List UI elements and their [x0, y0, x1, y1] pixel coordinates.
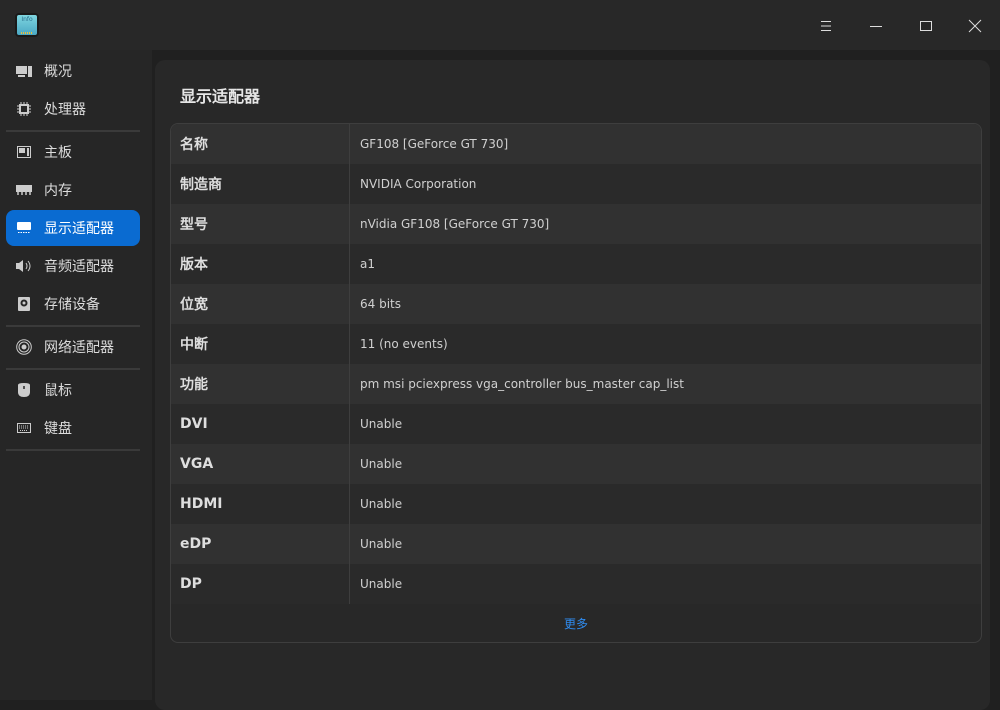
sidebar-item-mouse[interactable]: 鼠标: [6, 372, 140, 408]
row-value: Unable: [360, 497, 403, 511]
sidebar-divider: [6, 130, 140, 132]
motherboard-icon: [16, 145, 32, 159]
sidebar-divider: [6, 325, 140, 327]
sidebar-item-cpu[interactable]: 处理器: [6, 91, 140, 127]
menu-button[interactable]: [810, 10, 842, 42]
table-row: eDP Unable: [171, 524, 981, 564]
row-key: 型号: [171, 204, 350, 244]
sidebar-item-storage[interactable]: 存储设备: [6, 286, 140, 322]
sidebar-item-network-adapter[interactable]: 网络适配器: [6, 329, 140, 365]
row-key: 名称: [171, 124, 350, 164]
row-key: 功能: [171, 364, 350, 404]
row-key: 版本: [171, 244, 350, 284]
maximize-button[interactable]: [910, 10, 942, 42]
table-row: 型号 nVidia GF108 [GeForce GT 730]: [171, 204, 981, 244]
maximize-icon: [920, 21, 932, 31]
sidebar-divider: [6, 449, 140, 451]
more-link[interactable]: 更多: [171, 604, 981, 642]
speaker-icon: [16, 259, 32, 273]
storage-icon: [16, 297, 32, 311]
sidebar-item-audio-adapter[interactable]: 音频适配器: [6, 248, 140, 284]
table-row: 位宽 64 bits: [171, 284, 981, 324]
row-value: 64 bits: [360, 297, 401, 311]
row-value: nVidia GF108 [GeForce GT 730]: [360, 217, 550, 231]
row-key: 制造商: [171, 164, 350, 204]
row-value: 11 (no events): [360, 337, 448, 351]
row-key: 中断: [171, 324, 350, 364]
app-icon-text: Info: [21, 16, 33, 23]
minimize-button[interactable]: [860, 10, 892, 42]
table-row: VGA Unable: [171, 444, 981, 484]
close-icon: [968, 19, 982, 33]
overview-icon: [16, 64, 32, 78]
row-key: DP: [171, 564, 350, 604]
page-title: 显示适配器: [180, 87, 261, 106]
sidebar: 概况 处理器 主板 内存 显示适配器 音频适配器 存储设备 网络适配器 鼠标 键…: [0, 50, 152, 700]
row-value: GF108 [GeForce GT 730]: [360, 137, 509, 151]
row-key: eDP: [171, 524, 350, 564]
row-key: VGA: [171, 444, 350, 484]
row-value: Unable: [360, 577, 403, 591]
row-value: NVIDIA Corporation: [360, 177, 477, 191]
table-row: 版本 a1: [171, 244, 981, 284]
table-row: DP Unable: [171, 564, 981, 604]
row-value: Unable: [360, 417, 403, 431]
sidebar-item-overview[interactable]: 概况: [6, 53, 140, 89]
close-button[interactable]: [959, 10, 991, 42]
row-key: DVI: [171, 404, 350, 444]
sidebar-item-keyboard[interactable]: 键盘: [6, 410, 140, 446]
table-row: 中断 11 (no events): [171, 324, 981, 364]
row-key: 位宽: [171, 284, 350, 324]
row-key: HDMI: [171, 484, 350, 524]
app-logo-icon: Info: [15, 13, 39, 37]
title-bar: Info: [0, 0, 1000, 50]
minimize-icon: [870, 26, 882, 27]
table-row: DVI Unable: [171, 404, 981, 444]
table-row: HDMI Unable: [171, 484, 981, 524]
row-value: Unable: [360, 537, 403, 551]
display-adapter-icon: [16, 221, 32, 235]
row-value: pm msi pciexpress vga_controller bus_mas…: [360, 377, 684, 391]
keyboard-icon: [16, 421, 32, 435]
sidebar-divider: [6, 368, 140, 370]
table-row: 制造商 NVIDIA Corporation: [171, 164, 981, 204]
network-icon: [16, 339, 32, 355]
row-value: Unable: [360, 457, 403, 471]
row-value: a1: [360, 257, 375, 271]
sidebar-item-motherboard[interactable]: 主板: [6, 134, 140, 170]
mouse-icon: [16, 383, 32, 397]
sidebar-item-display-adapter[interactable]: 显示适配器: [6, 210, 140, 246]
info-table: 名称 GF108 [GeForce GT 730] 制造商 NVIDIA Corpor…: [170, 123, 982, 643]
menu-icon: [821, 21, 831, 31]
cpu-icon: [16, 102, 32, 116]
sidebar-item-memory[interactable]: 内存: [6, 172, 140, 208]
table-row: 功能 pm msi pciexpress vga_controller bus_m…: [171, 364, 981, 404]
table-row: 名称 GF108 [GeForce GT 730]: [171, 124, 981, 164]
memory-icon: [16, 183, 32, 197]
